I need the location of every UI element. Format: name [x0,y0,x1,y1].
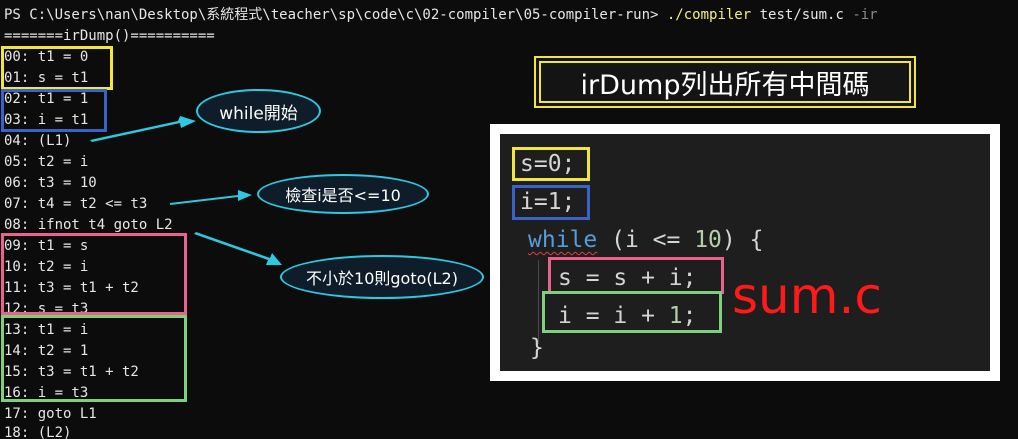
code-panel: s=0; i=1; while (i <= 10) { s = s + i; i… [500,134,990,371]
code-line-close-brace: } [530,335,544,361]
arrow-goto-l2 [194,232,282,265]
code-highlight-green [542,291,722,333]
callout-while-start: while開始 [196,89,321,133]
code-highlight-yellow [512,147,590,181]
filename-label: sum.c [732,267,882,325]
callout-goto-l2: 不小於10則goto(L2) [280,255,484,299]
callout-check-le10: 檢查i是否<=10 [257,174,429,214]
arrow-while-start [90,116,196,142]
while-condition-close: ) { [721,227,764,253]
arrow-check-le10 [170,190,252,205]
while-condition-open: (i <= [597,227,695,253]
title-banner: irDump列出所有中間碼 [534,56,916,108]
while-condition-number: 10 [694,227,722,253]
code-highlight-pink [548,257,724,294]
code-line-while: while (i <= 10) { [528,224,763,256]
while-keyword: while [528,227,598,253]
screenshot-stage: PS C:\Users\nan\Desktop\系統程式\teacher\sp\… [0,0,1018,439]
code-highlight-blue [512,185,590,220]
code-frame: s=0; i=1; while (i <= 10) { s = s + i; i… [490,124,1000,381]
